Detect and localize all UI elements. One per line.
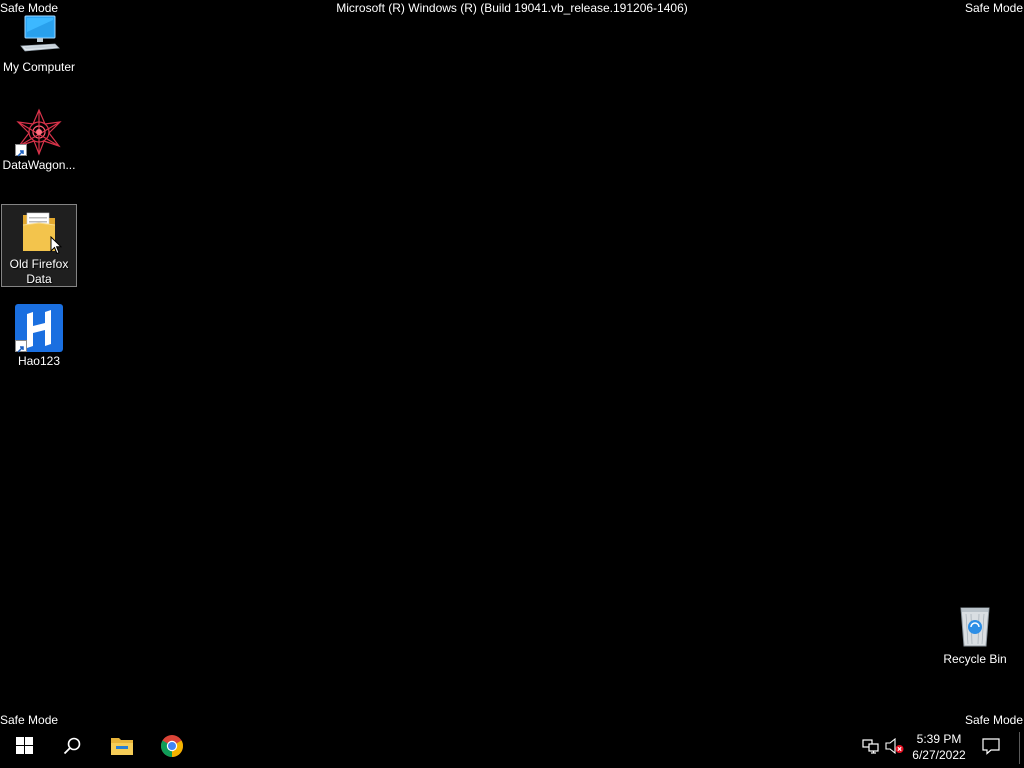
taskbar-clock[interactable]: 5:39 PM 6/27/2022 [904,731,974,763]
network-icon [862,738,880,759]
shortcut-arrow-icon [15,340,27,353]
desktop-icon-label: DataWagon... [2,158,76,172]
volume-muted-icon [885,737,905,759]
search-button[interactable] [48,728,96,768]
desktop-icon-label: My Computer [2,60,76,74]
file-explorer-button[interactable] [98,728,146,768]
desktop-icon-datawagon[interactable]: DataWagon... [1,106,77,173]
windows-build-label: Microsoft (R) Windows (R) (Build 19041.v… [336,1,688,15]
datawagon-icon [15,108,63,157]
safe-mode-label-bottom-left: Safe Mode [0,713,59,727]
network-tray-button[interactable] [861,738,881,758]
clock-date: 6/27/2022 [912,748,966,762]
start-button[interactable] [0,728,48,768]
search-icon [63,737,81,760]
desktop-icon-hao123[interactable]: Hao123 [1,302,77,369]
show-desktop-button[interactable] [1019,732,1020,764]
action-center-button[interactable] [981,737,1001,760]
computer-icon [15,10,63,58]
recycle-bin-icon [951,602,999,650]
desktop-icon-recycle-bin[interactable]: Recycle Bin [937,600,1013,667]
volume-tray-button[interactable] [885,737,905,759]
desktop-icon-label: Recycle Bin [943,652,1007,666]
desktop-icon-my-computer[interactable]: My Computer [1,8,77,75]
file-explorer-icon [110,736,134,761]
hao123-icon [15,304,63,353]
desktop-icon-label: Hao123 [17,354,61,368]
taskbar: 5:39 PM 6/27/2022 [0,728,1024,768]
windows-logo-icon [15,737,33,759]
chrome-button[interactable] [148,728,196,768]
action-center-icon [982,737,1000,760]
desktop-icon-label: Old Firefox Data [9,257,69,286]
chrome-icon [160,734,184,763]
shortcut-arrow-icon [15,144,27,157]
desktop-icon-old-firefox-data[interactable]: Old Firefox Data [1,204,77,287]
desktop: Safe Mode Safe Mode Safe Mode Safe Mode … [0,0,1024,728]
safe-mode-label-bottom-right: Safe Mode [964,713,1023,727]
mouse-cursor-icon [50,235,63,260]
clock-time: 5:39 PM [916,732,962,746]
